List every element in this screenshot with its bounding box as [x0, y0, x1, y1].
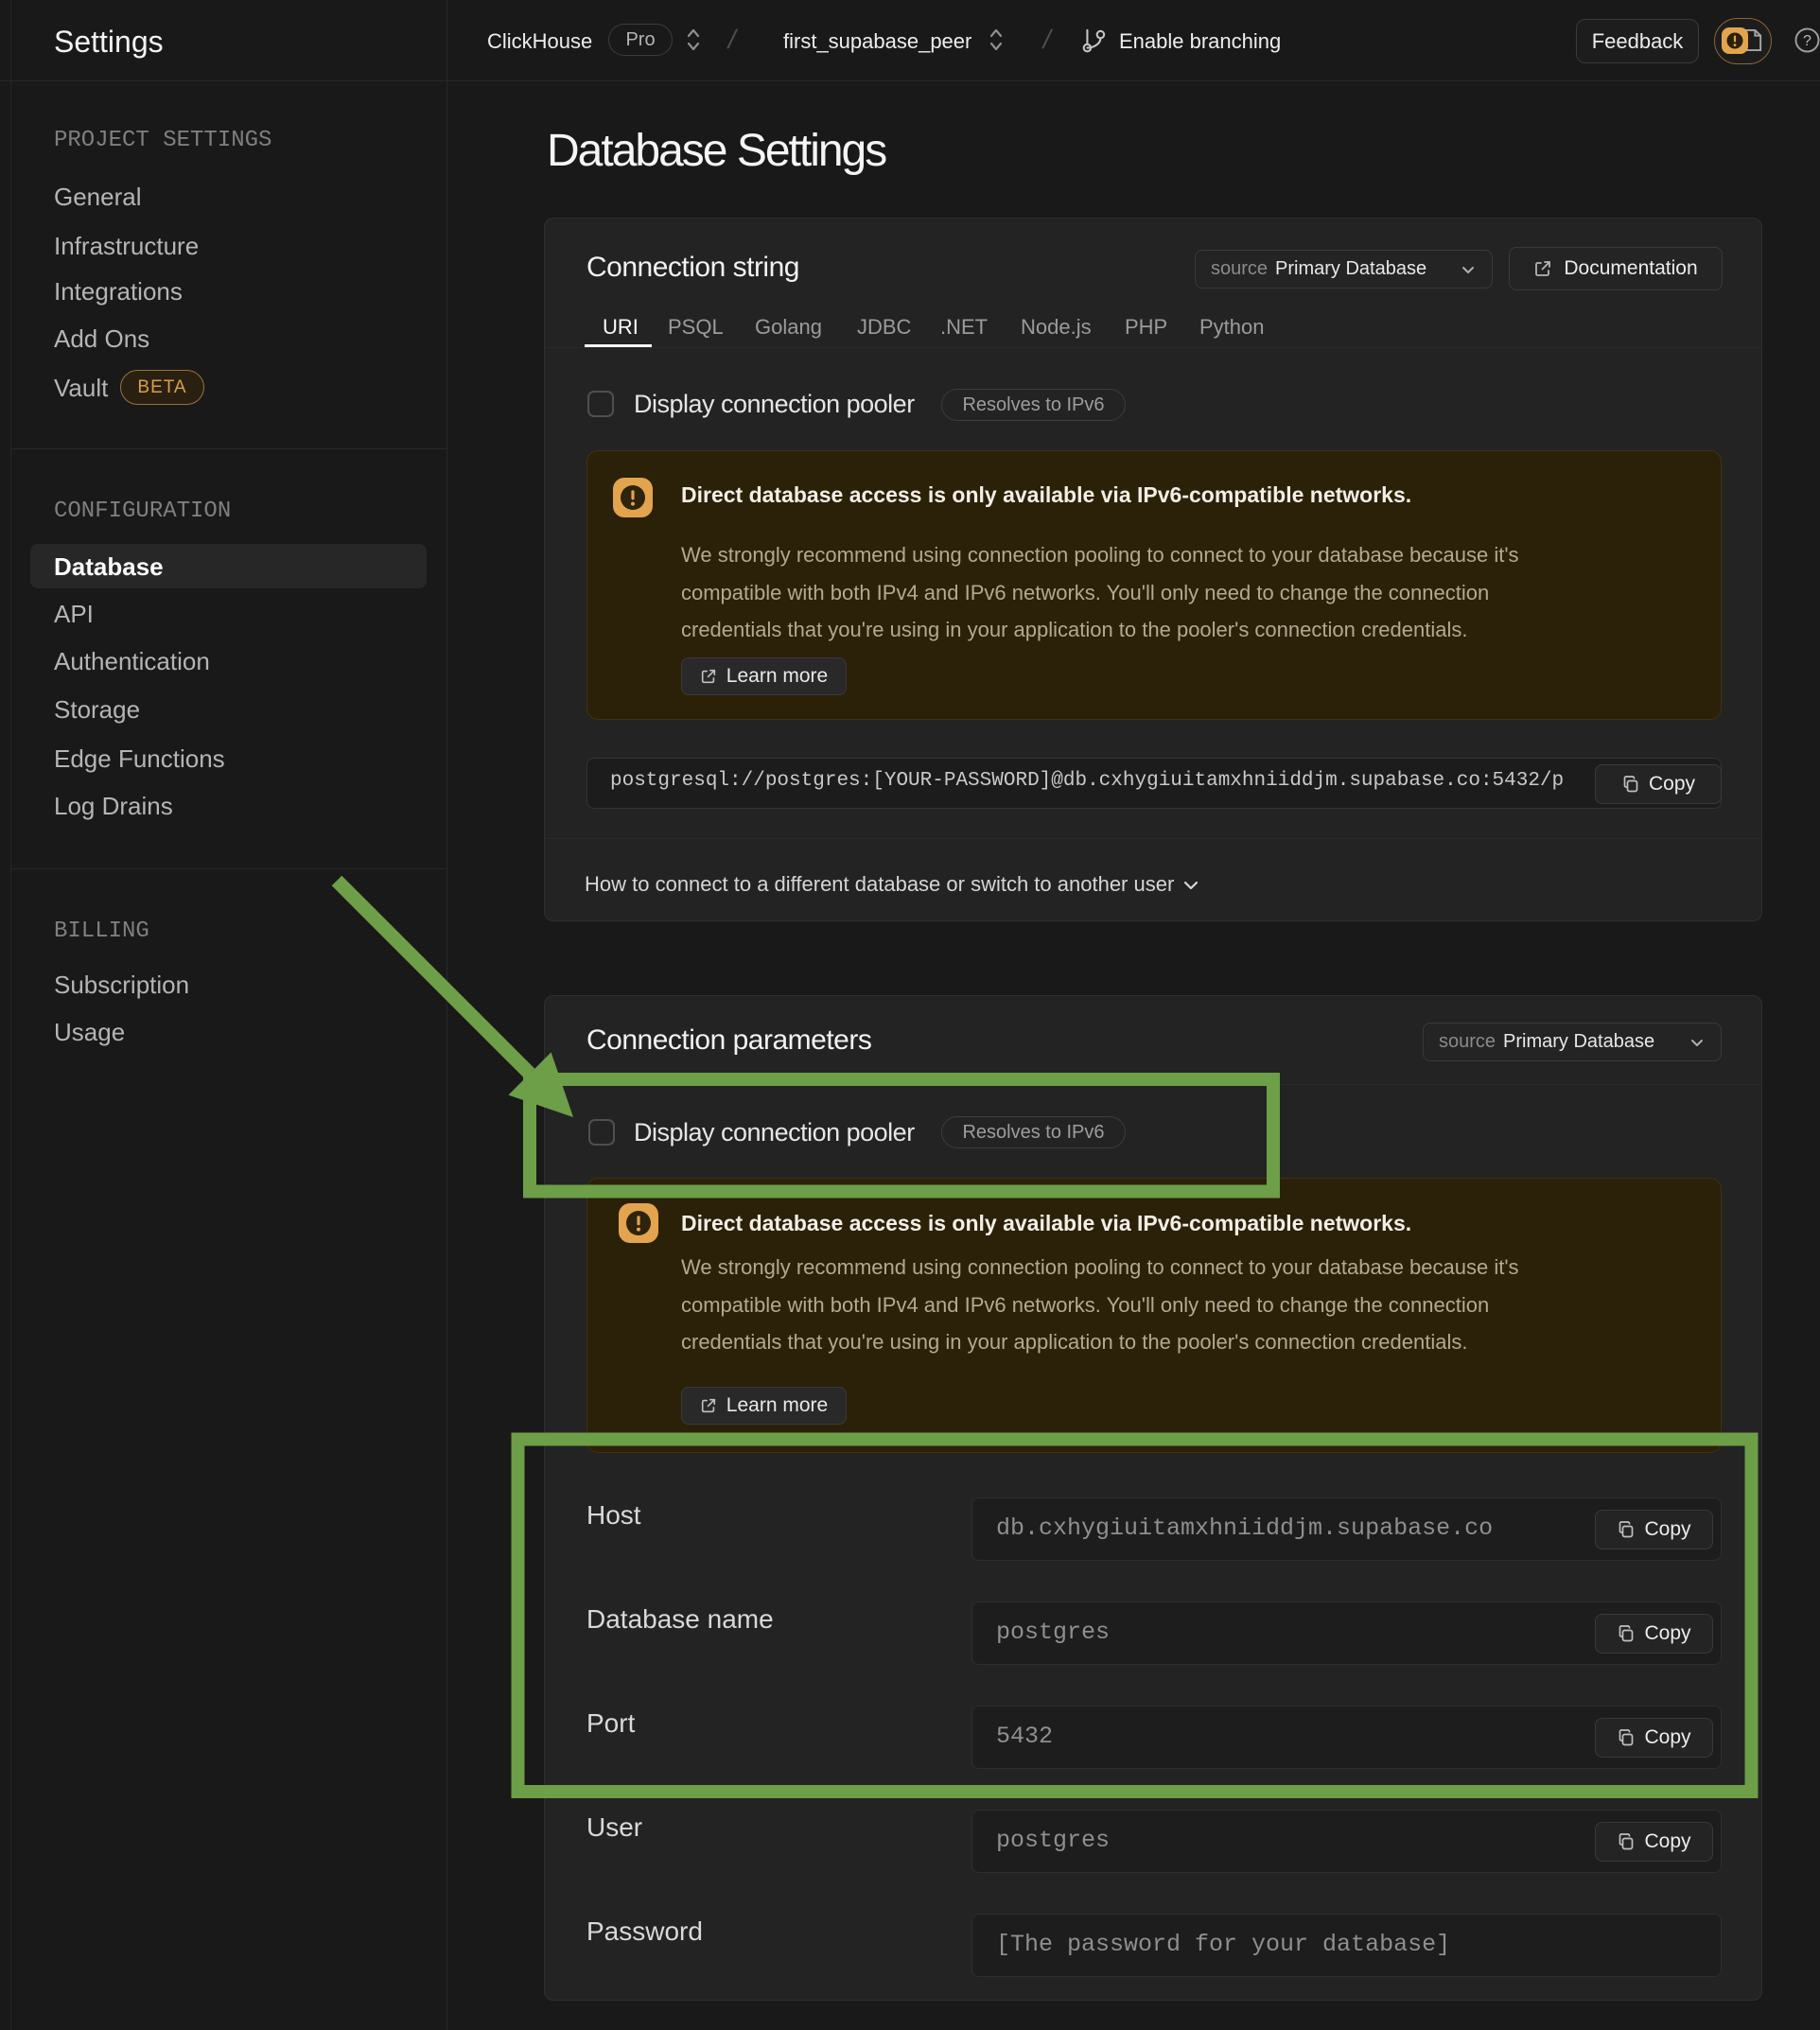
svg-text:?: ?	[1803, 33, 1811, 49]
